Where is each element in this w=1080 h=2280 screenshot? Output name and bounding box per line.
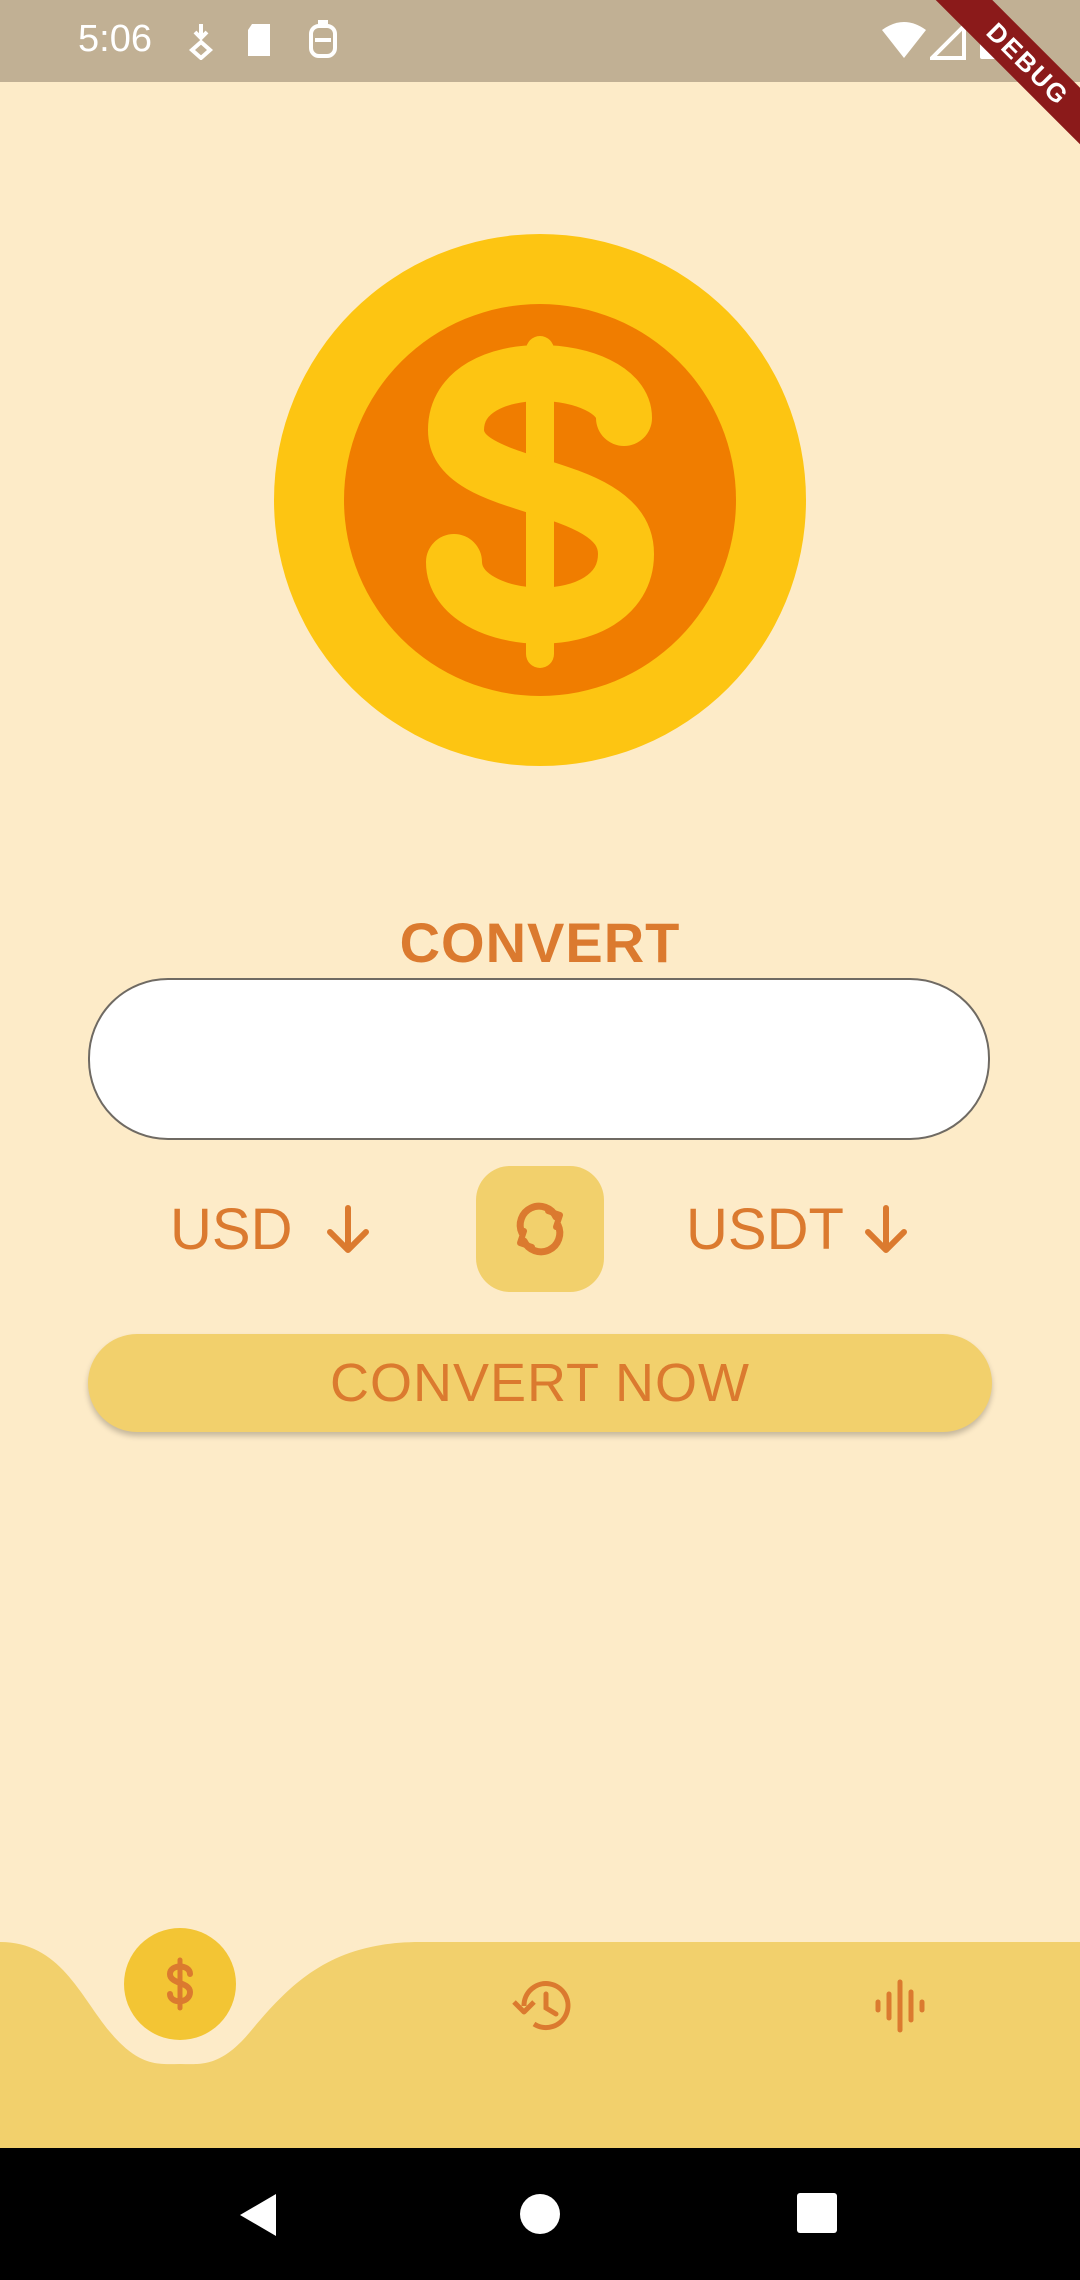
- debug-label: DEBUG: [921, 0, 1080, 160]
- home-icon[interactable]: [518, 2192, 562, 2236]
- to-currency-label: USDT: [686, 1197, 844, 1262]
- status-bar: 5:06: [0, 0, 1080, 82]
- download-icon: [188, 24, 214, 60]
- to-currency-selector[interactable]: USDT: [686, 1196, 914, 1263]
- nav-item-stats[interactable]: [866, 1972, 934, 2040]
- sd-card-icon: [248, 24, 270, 56]
- amount-input[interactable]: [88, 978, 990, 1140]
- system-nav-bar: [0, 2148, 1080, 2280]
- recents-icon[interactable]: [796, 2192, 838, 2234]
- from-currency-selector[interactable]: USD: [170, 1196, 376, 1263]
- chart-icon: [875, 1979, 925, 2033]
- history-icon: [512, 1981, 571, 2031]
- nav-item-convert[interactable]: [124, 1928, 236, 2040]
- vpn-icon: [309, 20, 337, 58]
- convert-now-button[interactable]: CONVERT NOW: [88, 1334, 992, 1432]
- arrow-down-icon: [327, 1204, 370, 1253]
- swap-button[interactable]: [476, 1166, 604, 1292]
- arrow-down-icon: [864, 1204, 907, 1253]
- from-currency-label: USD: [170, 1197, 293, 1262]
- nav-item-history[interactable]: [500, 1972, 580, 2040]
- status-time: 5:06: [78, 18, 152, 60]
- back-icon[interactable]: [236, 2192, 282, 2238]
- dollar-icon: [166, 1957, 194, 2011]
- dollar-coin-icon: [274, 234, 806, 766]
- converter-title: CONVERT: [399, 911, 681, 974]
- debug-banner: DEBUG: [920, 0, 1080, 160]
- swap-icon: [516, 1202, 564, 1256]
